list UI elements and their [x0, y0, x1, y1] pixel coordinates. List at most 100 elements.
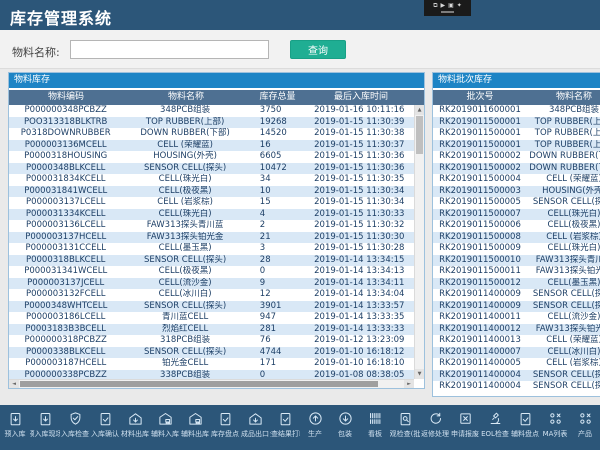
table-row[interactable]: RK2019011500008CELL (岩浆棕) — [433, 232, 600, 244]
toolbar-item[interactable]: 预入库 — [0, 405, 30, 450]
scrollbar-thumb[interactable] — [416, 116, 423, 154]
table-row[interactable]: P000031341WCELLCELL(极夜黑)02019-01-14 13:3… — [9, 266, 414, 278]
toolbar-item-label: 辅料入库 — [151, 429, 179, 439]
toolbar-item[interactable]: 检查结果打印 — [270, 405, 300, 450]
toolbar-item[interactable]: 辅料出库 — [180, 405, 210, 450]
scrollbar-thumb[interactable] — [20, 381, 378, 387]
table-row[interactable]: RK2019011500001TOP RUBBER(上部) — [433, 128, 600, 140]
query-button[interactable]: 查询 — [290, 40, 346, 59]
toolbar-item[interactable]: 成品出口 — [240, 405, 270, 450]
panel-title: 物料库存 — [9, 73, 424, 88]
table-row[interactable]: RK2019011400007CELL(冰川白) — [433, 347, 600, 359]
table-row[interactable]: P000031834KCELLCELL(珠光白)342019-01-15 11:… — [9, 174, 414, 186]
table-row[interactable]: P0000318HOUSINGHOUSING(外壳)66052019-01-15… — [9, 151, 414, 163]
table-row[interactable]: P000000348PCBZZ348PCB组装37502019-01-16 10… — [9, 105, 414, 117]
table-row[interactable]: RK2019011500011FAW313探头铂光金 — [433, 266, 600, 278]
table-row[interactable]: POO313318BLKTRBTOP RUBBER(上部)192682019-0… — [9, 117, 414, 129]
toolbar-item[interactable]: 申请报废 — [450, 405, 480, 450]
toolbar-item[interactable]: 辅料入库 — [150, 405, 180, 450]
table-row[interactable]: P0000338BLKCELLSENSOR CELL(探头)47442019-0… — [9, 347, 414, 359]
cell: 2019-01-14 13:33:35 — [305, 312, 414, 324]
table-row[interactable]: RK2019011500004CELL (荣耀蓝) — [433, 174, 600, 186]
table-row[interactable]: RK2019011400005CELL (岩浆棕) — [433, 358, 600, 370]
table-row[interactable]: P000003136MCELLCELL (荣耀蓝)162019-01-15 11… — [9, 140, 414, 152]
toolbar-item[interactable]: 预入库现场 — [30, 405, 60, 450]
cell: DOWN RUBBER(下部) — [527, 163, 600, 175]
cell: CELL (岩浆棕) — [527, 232, 600, 244]
table-row[interactable]: P0000348WHTCELLSENSOR CELL(探头)39012019-0… — [9, 301, 414, 313]
table-row[interactable]: P000031841WCELLCELL(极夜黑)102019-01-15 11:… — [9, 186, 414, 198]
table-row[interactable]: RK2019011500002DOWN RUBBER(下部) — [433, 163, 600, 175]
table-row[interactable]: P000003137HCELLFAW313探头铂光金212019-01-15 1… — [9, 232, 414, 244]
table-row[interactable]: RK2019011500002DOWN RUBBER(下部) — [433, 151, 600, 163]
horizontal-scrollbar[interactable]: ◄ ► — [9, 379, 414, 388]
cell: 2019-01-15 11:30:36 — [305, 163, 414, 175]
cell: RK2019011400005 — [433, 358, 527, 370]
toolbar-item[interactable]: 看板 — [360, 405, 390, 450]
table-row[interactable]: P000003137LCELLCELL (岩浆棕)152019-01-15 11… — [9, 197, 414, 209]
toolbar-item[interactable]: 入库检查 — [60, 405, 90, 450]
table-row[interactable]: P0003183B3BCELL烈焰红CELL2812019-01-14 13:3… — [9, 324, 414, 336]
toolbar-item[interactable]: 材料出库 — [120, 405, 150, 450]
table-row[interactable]: P0000318BLKCELLSENSOR CELL(探头)282019-01-… — [9, 255, 414, 267]
table-row[interactable]: RK2019011400011CELL(流沙金) — [433, 312, 600, 324]
toolbar-item-label: 入库检查 — [61, 429, 89, 439]
table-row[interactable]: RK2019011400004SENSOR CELL(探头) — [433, 381, 600, 393]
table-row[interactable]: P0000348BLKCELLSENSOR CELL(探头)104722019-… — [9, 163, 414, 175]
table-row[interactable]: P0318DOWNRUBBERDOWN RUBBER(下部)145202019-… — [9, 128, 414, 140]
table-row[interactable]: RK2019011400013CELL (荣耀蓝) — [433, 335, 600, 347]
play-icon[interactable]: ▶ — [440, 2, 445, 9]
cursor-icon[interactable]: ✦ — [457, 2, 462, 9]
material-name-input[interactable] — [70, 40, 269, 59]
toolbar-item[interactable]: 入库确认 — [90, 405, 120, 450]
table-row[interactable]: RK2019011500009CELL(珠光白) — [433, 243, 600, 255]
toolbar-item-label: 辅料出库 — [181, 429, 209, 439]
table-row[interactable]: P000003131CCELLCELL(墨玉黑)32019-01-15 11:3… — [9, 243, 414, 255]
table-row[interactable]: RK2019011400012FAW313探头铂光金 — [433, 324, 600, 336]
cell: TOP RUBBER(上部) — [527, 128, 600, 140]
table-row[interactable]: P000000318PCBZZ318PCB组装762019-01-12 13:2… — [9, 335, 414, 347]
toolbar-item[interactable]: 生产 — [300, 405, 330, 450]
table-row[interactable]: RK2019011400009SENSOR CELL(探头) — [433, 301, 600, 313]
toolbar-item[interactable]: 外观检查(批量 — [390, 405, 420, 450]
table-row[interactable]: P000003187HCELL铂光金CELL1712019-01-10 16:1… — [9, 358, 414, 370]
cell: RK2019011500001 — [433, 140, 527, 152]
cell: TOP RUBBER(上部) — [527, 117, 600, 129]
toolbar-item[interactable]: EOL检查 — [480, 405, 510, 450]
clipboard-check-icon — [98, 411, 113, 426]
toolbar-item[interactable]: 库存盘点 — [210, 405, 240, 450]
screen-recorder-overlay[interactable]: ⧉ ▶ ▣ ✦ — [424, 0, 471, 16]
clipboard-check-icon — [518, 411, 533, 426]
table-row[interactable]: P000003132FCELLCELL(冰川白)122019-01-14 13:… — [9, 289, 414, 301]
scroll-up-button[interactable]: ▲ — [415, 105, 424, 115]
scroll-down-button[interactable]: ▼ — [415, 369, 424, 379]
toolbar-item[interactable]: 辅料盘点 — [510, 405, 540, 450]
table-row[interactable]: RK2019011500010FAW313探头青川蓝 — [433, 255, 600, 267]
table-row[interactable]: RK2019011600001348PCB组装 — [433, 105, 600, 117]
toolbar-item[interactable]: MA列表 — [540, 405, 570, 450]
table-row[interactable]: RK2019011500006CELL(极夜黑) — [433, 220, 600, 232]
table-row[interactable]: RK2019011500001TOP RUBBER(上部) — [433, 117, 600, 129]
vertical-scrollbar[interactable]: ▲ ▼ — [414, 105, 424, 379]
table-row[interactable]: P000003136LCELLFAW313探头青川蓝22019-01-15 11… — [9, 220, 414, 232]
toolbar-item[interactable]: 返修处理 — [420, 405, 450, 450]
scroll-right-button[interactable]: ► — [404, 380, 414, 388]
table-row[interactable]: P000031334KCELLCELL(珠光白)42019-01-15 11:3… — [9, 209, 414, 221]
table-row[interactable]: RK2019011500003HOUSING(外壳) — [433, 186, 600, 198]
window-icon[interactable]: ▣ — [448, 2, 454, 9]
toolbar-item[interactable]: 产品 — [570, 405, 600, 450]
table-row[interactable]: P000003137JCELLCELL(流沙金)92019-01-14 13:3… — [9, 278, 414, 290]
table-row[interactable]: RK2019011500001TOP RUBBER(上部) — [433, 140, 600, 152]
share-icon[interactable]: ⧉ — [433, 2, 437, 9]
table-row[interactable]: RK2019011400004SENSOR CELL(探头) — [433, 370, 600, 382]
table-row[interactable]: RK2019011500012CELL(墨玉黑) — [433, 278, 600, 290]
table-row[interactable]: RK2019011400009SENSOR CELL(探头) — [433, 289, 600, 301]
toolbar-item-label: 成品出口 — [241, 429, 269, 439]
scroll-left-button[interactable]: ◄ — [9, 380, 19, 388]
table-row[interactable]: RK2019011500005SENSOR CELL(探头) — [433, 197, 600, 209]
cell: SENSOR CELL(探头) — [527, 370, 600, 382]
cell: RK2019011500004 — [433, 174, 527, 186]
table-row[interactable]: RK2019011500007CELL(珠光白) — [433, 209, 600, 221]
toolbar-item[interactable]: 包装 — [330, 405, 360, 450]
table-row[interactable]: P000003186LCELL青川蓝CELL9472019-01-14 13:3… — [9, 312, 414, 324]
